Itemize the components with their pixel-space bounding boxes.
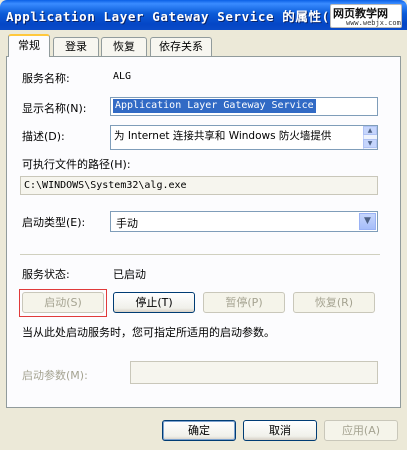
scroll-up-icon[interactable]: ▲	[363, 126, 377, 135]
stop-button[interactable]: 停止(T)	[113, 292, 195, 313]
cancel-button[interactable]: 取消	[243, 420, 317, 441]
exe-path-text: C:\WINDOWS\System32\alg.exe	[24, 180, 187, 191]
apply-button[interactable]: 应用(A)	[324, 420, 398, 441]
start-params-label: 启动参数(M):	[22, 369, 88, 382]
display-name-label: 显示名称(N):	[22, 102, 87, 115]
start-params-input[interactable]	[130, 361, 378, 384]
display-name-field[interactable]: Application Layer Gateway Service	[110, 97, 378, 116]
start-params-hint: 当从此处启动服务时，您可指定所适用的启动参数。	[22, 326, 275, 339]
tab-logon[interactable]: 登录	[53, 37, 99, 56]
startup-type-label: 启动类型(E):	[22, 216, 86, 229]
ok-button[interactable]: 确定	[162, 420, 236, 441]
service-name-value: ALG	[113, 71, 132, 82]
pause-button[interactable]: 暂停(P)	[203, 292, 285, 313]
display-name-text: Application Layer Gateway Service	[113, 99, 316, 113]
startup-type-select[interactable]: 手动	[110, 211, 378, 232]
scroll-down-icon[interactable]: ▼	[363, 139, 377, 148]
tab-general[interactable]: 常规	[8, 34, 50, 57]
description-label: 描述(D):	[22, 130, 65, 143]
exe-path-field: C:\WINDOWS\System32\alg.exe	[20, 176, 378, 195]
resume-button[interactable]: 恢复(R)	[293, 292, 375, 313]
service-status-label: 服务状态:	[22, 268, 70, 281]
chevron-down-icon[interactable]: ▼	[359, 213, 376, 230]
description-text: 为 Internet 连接共享和 Windows 防火墙提供	[114, 130, 332, 142]
description-field[interactable]: 为 Internet 连接共享和 Windows 防火墙提供	[110, 125, 378, 150]
exe-path-label: 可执行文件的路径(H):	[22, 158, 131, 171]
tab-dependencies[interactable]: 依存关系	[150, 37, 212, 56]
service-name-label: 服务名称:	[22, 72, 70, 85]
service-status-value: 已启动	[113, 268, 146, 281]
watermark-url: www.webjx.com	[346, 19, 401, 27]
startup-type-value: 手动	[116, 217, 138, 230]
divider	[20, 254, 380, 255]
start-button-highlight	[19, 289, 107, 317]
window-title: Application Layer Gateway Service 的属性(	[6, 9, 330, 24]
tab-recovery[interactable]: 恢复	[101, 37, 147, 56]
